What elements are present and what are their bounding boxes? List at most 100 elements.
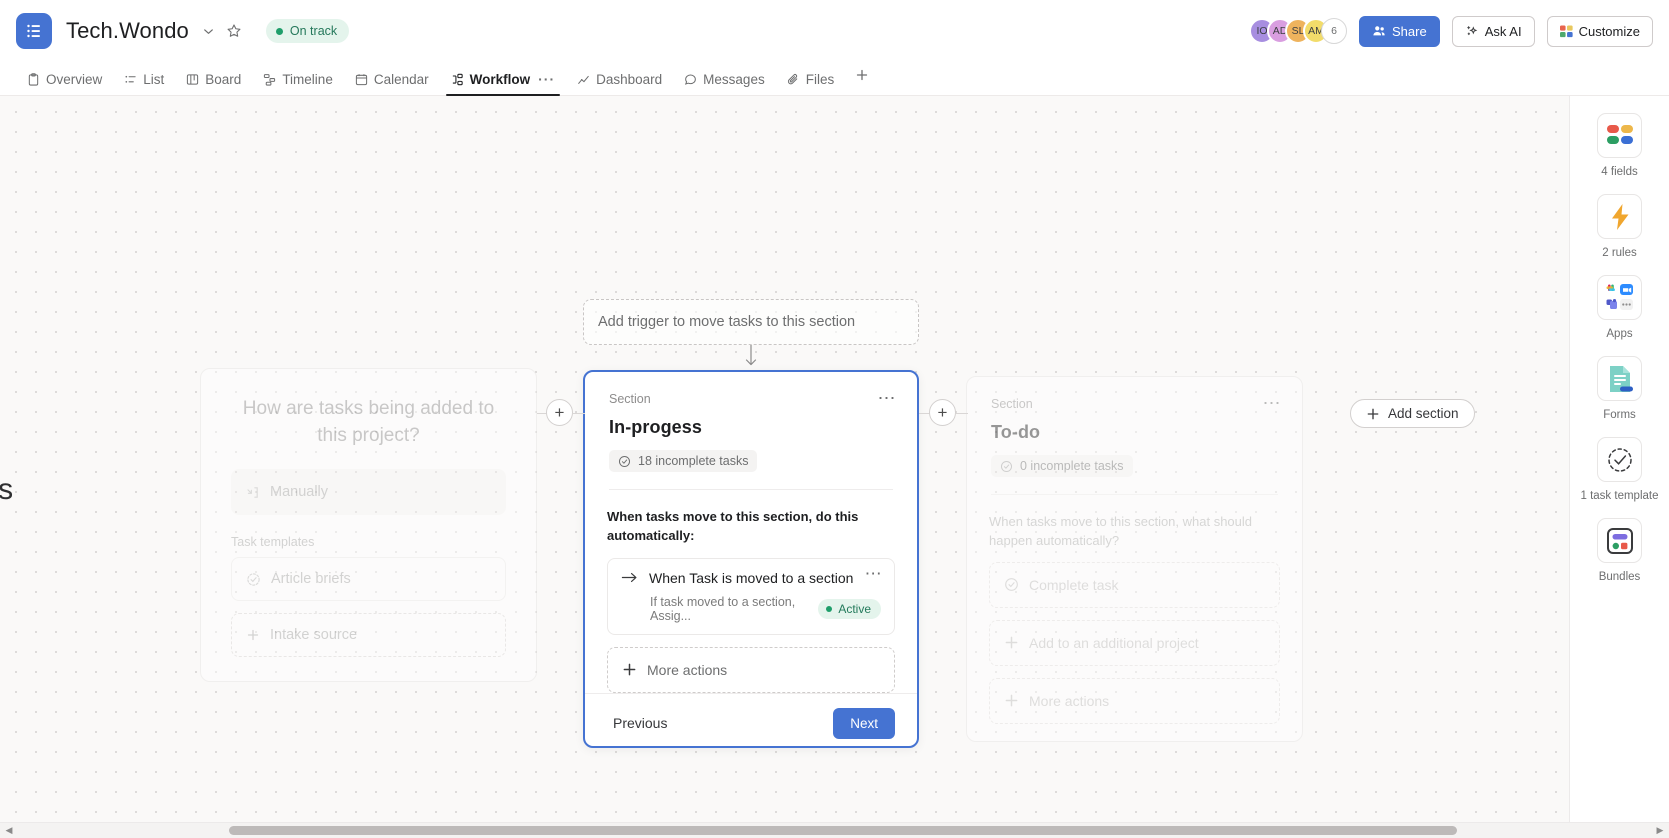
add-section-label: Add section [1388,406,1459,421]
rule-title-row: When Task is moved to a section [621,570,881,586]
tab-dashboard[interactable]: Dashboard [568,72,671,95]
grid-color-icon [1559,24,1573,38]
plus-icon [1366,407,1380,421]
tab-workflow[interactable]: Workflow ··· [442,71,565,96]
status-badge[interactable]: On track [265,19,350,43]
section-card-menu-button[interactable]: ⋯ [1263,394,1283,412]
status-dot-icon [826,605,833,612]
customize-button-label: Customize [1578,23,1640,39]
project-icon[interactable] [16,13,52,49]
section-card-todo[interactable]: Section To-do 0 incomplete tasks ⋯ When … [966,376,1303,742]
tab-timeline[interactable]: Timeline [254,72,342,95]
rule-menu-button[interactable]: ⋯ [865,565,883,582]
list-icon [124,73,137,86]
tab-calendar[interactable]: Calendar [346,72,438,95]
workflow-canvas[interactable]: your vo minutes ess and keep How are tas… [0,96,1569,822]
clipboard-icon [27,73,40,86]
top-bar-right: IO AD SL AM 6 Share Ask AI Customize [1249,15,1653,47]
tab-overflow-icon[interactable]: ··· [538,71,555,87]
horizontal-scrollbar[interactable]: ◀ ▶ [0,822,1669,838]
section-card-header: Section To-do 0 incomplete tasks ⋯ [967,377,1302,495]
timeline-icon [263,73,276,86]
incomplete-task-count[interactable]: 18 incomplete tasks [609,450,758,472]
add-to-project-label: Add to an additional project [1029,634,1199,651]
tab-messages[interactable]: Messages [675,72,774,95]
rule-detail-row: If task moved to a section, Assig... Act… [621,595,881,623]
plus-icon [1004,635,1019,650]
more-actions-button[interactable]: More actions [607,646,895,693]
rule-status-badge[interactable]: Active [818,598,881,619]
main-area: your vo minutes ess and keep How are tas… [0,96,1669,822]
task-template-item[interactable]: Article briefs [231,557,506,601]
complete-task-label: Complete task [1029,576,1119,593]
section-card-body: When tasks move to this section, do this… [585,490,917,693]
rail-item-label: 2 rules [1602,247,1637,259]
customize-button[interactable]: Customize [1546,15,1653,47]
scrollbar-thumb[interactable] [228,825,1457,835]
more-actions-label: More actions [1029,692,1110,709]
avatar-group[interactable]: IO AD SL AM 6 [1249,18,1348,44]
incomplete-task-count-label: 0 incomplete tasks [1020,459,1124,473]
tab-label: Workflow [469,71,531,87]
apps-icon [1597,275,1642,320]
section-card-header: Section In-progess 18 incomplete tasks ⋯ [585,372,917,490]
rail-item-apps[interactable]: Apps [1576,275,1664,342]
next-button[interactable]: Next [833,707,895,739]
add-view-button[interactable] [847,67,877,95]
tab-list[interactable]: List [115,72,173,95]
check-circle-icon [618,455,631,468]
star-outline-icon[interactable] [226,23,242,39]
tab-board[interactable]: Board [177,72,250,95]
rule-item[interactable]: When Task is moved to a section If task … [607,557,895,635]
caret-left-icon[interactable]: ◀ [2,825,16,836]
add-section-button[interactable]: Add section [1350,399,1475,428]
incomplete-task-count-label: 18 incomplete tasks [638,454,749,468]
intake-source-button[interactable]: Intake source [231,613,506,657]
add-to-project-action[interactable]: Add to an additional project [989,619,1280,666]
right-rail: 4 fields 2 rules Apps Forms 1 task templ… [1569,96,1669,822]
tab-label: Calendar [373,72,429,87]
intake-question: How are tasks being added to this projec… [242,398,495,446]
caret-right-icon[interactable]: ▶ [1653,825,1667,836]
intro-copy: your vo minutes ess and keep [0,436,138,540]
tab-label: Overview [46,72,103,87]
arrow-down-icon [745,345,757,366]
section-card-footer: Previous Next [585,692,917,753]
fields-grid-icon [1597,113,1642,158]
tab-files[interactable]: Files [778,72,844,95]
more-actions-button[interactable]: More actions [989,677,1280,724]
share-button[interactable]: Share [1359,15,1440,47]
rail-item-task-template[interactable]: 1 task template [1576,437,1664,504]
intake-manually-label: Manually [270,484,329,500]
rail-item-rules[interactable]: 2 rules [1576,194,1664,261]
rail-item-fields[interactable]: 4 fields [1576,113,1664,180]
section-title: In-progess [609,417,703,437]
previous-button[interactable]: Previous [607,709,673,737]
rail-item-label: Bundles [1598,571,1641,583]
ask-ai-button[interactable]: Ask AI [1451,15,1535,47]
arrow-right-icon [621,570,638,585]
add-section-between-right-button[interactable]: + [929,399,956,426]
rail-item-forms[interactable]: Forms [1576,356,1664,423]
intake-manually-field[interactable]: Manually [231,469,506,515]
rail-item-bundles[interactable]: Bundles [1576,518,1664,585]
tab-label: List [143,72,165,87]
section-type-label: Section [991,397,1033,411]
avatar-overflow-count[interactable]: 6 [1321,18,1348,44]
add-trigger-dropzone[interactable]: Add trigger to move tasks to this sectio… [583,299,919,345]
automation-prompt: When tasks move to this section, what sh… [989,513,1253,548]
intake-card[interactable]: How are tasks being added to this projec… [200,368,537,682]
add-section-between-left-button[interactable]: + [546,399,573,426]
tab-label: Timeline [282,72,333,87]
tab-overview[interactable]: Overview [18,72,111,95]
arrow-into-box-icon [245,485,260,500]
incomplete-task-count[interactable]: 0 incomplete tasks [991,455,1133,477]
task-templates-label: Task templates [231,535,315,549]
section-card-in-progress[interactable]: Section In-progess 18 incomplete tasks ⋯… [583,370,919,748]
automation-prompt: When tasks move to this section, do this… [607,508,859,543]
rule-title: When Task is moved to a section [649,569,854,586]
complete-task-action[interactable]: Complete task [989,561,1280,608]
section-card-menu-button[interactable]: ⋯ [878,389,898,407]
scrollbar-track[interactable] [16,825,1653,836]
chevron-down-icon[interactable] [201,24,216,39]
